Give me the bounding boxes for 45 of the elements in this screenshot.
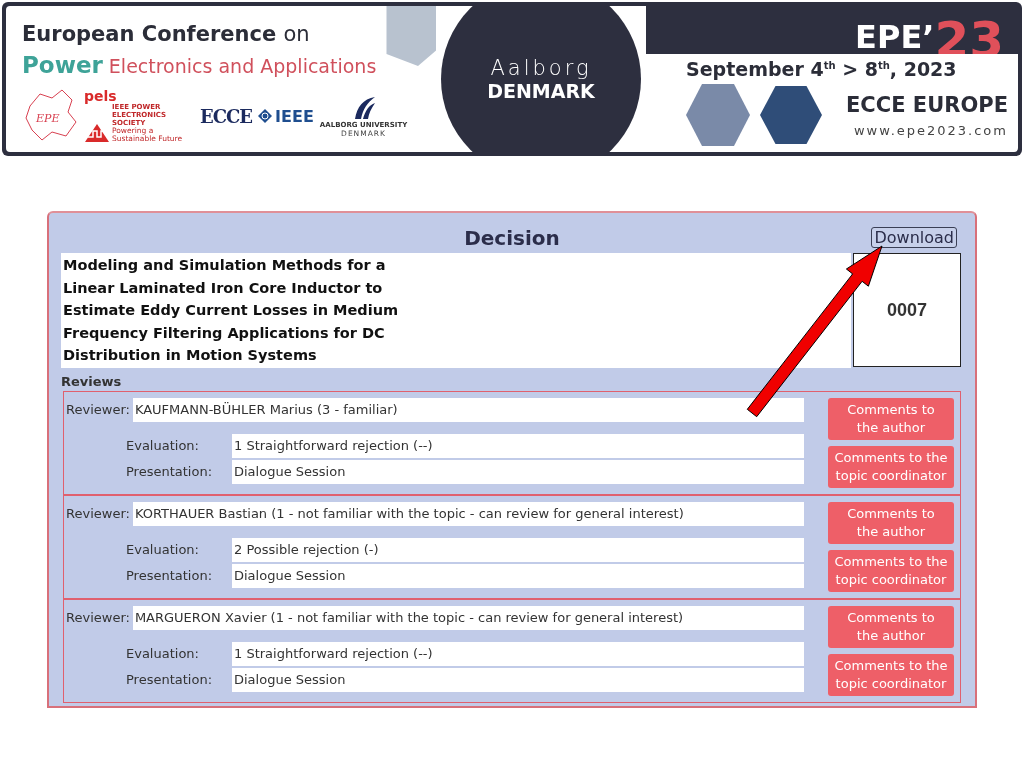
diamond-icon [258, 109, 273, 123]
field-label: Presentation: [126, 464, 214, 479]
country-name: DENMARK [487, 80, 595, 102]
pels-logo-text: pels [84, 89, 117, 103]
panel-title: Decision [464, 226, 560, 250]
reviewer-field: MARGUERON Xavier (1 - not familiar with the topic - can review for general interest) [132, 605, 804, 630]
field-label: Evaluation: [126, 438, 200, 453]
conference-subtitle: Electronics and Applications [108, 55, 377, 77]
event-dates: September 4$^{th}$ > 8$^{th}$, 2023 [686, 58, 958, 80]
waveform-triangle-icon [84, 123, 110, 143]
comments-to-coordinator-button[interactable]: Comments to the topic coordinator [828, 549, 954, 592]
event-name: EPE [855, 20, 923, 54]
field-label: Presentation: [126, 672, 214, 687]
conference-subtitle-accent: Power [22, 52, 103, 78]
field-label: Reviewer: [66, 610, 130, 625]
ecce-logo: ECCE [200, 105, 253, 127]
logo-text: EPE [36, 112, 60, 125]
website-url: www.epe2023.com [853, 122, 1008, 138]
city-name: Aalborg [490, 56, 592, 80]
comments-to-author-button[interactable]: Comments to the author [828, 501, 954, 544]
field-label: Evaluation: [126, 646, 200, 661]
paper-id-box: 0007 [853, 253, 961, 367]
conference-title: European Conference on [22, 22, 311, 46]
event-subtitle: ECCE EUROPE [846, 92, 1008, 117]
download-button[interactable]: Download [871, 227, 957, 248]
paper-title: Modeling and Simulation Methods for a Linear Laminated Iron Core Inductor to Estimate Eddy Current Losses in Medium Frequency Filtering Applications for DC Distribution in Motion Systems [63, 256, 400, 365]
evaluation-field: 2 Possible rejection (-) [232, 537, 804, 562]
presentation-field: Dialogue Session [232, 563, 804, 588]
reviews-heading: Reviews [61, 373, 123, 389]
apostrophe-mark: ’ [922, 20, 935, 54]
presentation-field: Dialogue Session [232, 667, 804, 692]
ieee-logo-text: IEEE [275, 106, 314, 126]
field-label: Reviewer: [66, 506, 130, 521]
comments-to-coordinator-button[interactable]: Comments to the topic coordinator [828, 445, 954, 488]
reviewer-field: KAUFMANN-BÜHLER Marius (3 - familiar) [132, 397, 804, 422]
field-label: Reviewer: [66, 402, 130, 417]
field-label: Evaluation: [126, 542, 200, 557]
comments-to-coordinator-button[interactable]: Comments to the topic coordinator [828, 653, 954, 696]
presentation-field: Dialogue Session [232, 459, 804, 484]
field-label: Presentation: [126, 568, 214, 583]
evaluation-field: 1 Straightforward rejection (--) [232, 433, 804, 458]
comments-to-author-button[interactable]: Comments to the author [828, 605, 954, 648]
evaluation-field: 1 Straightforward rejection (--) [232, 641, 804, 666]
reviewer-field: KORTHAUER Bastian (1 - not familiar with the topic - can review for general interest) [132, 501, 804, 526]
comments-to-author-button[interactable]: Comments to the author [828, 397, 954, 440]
